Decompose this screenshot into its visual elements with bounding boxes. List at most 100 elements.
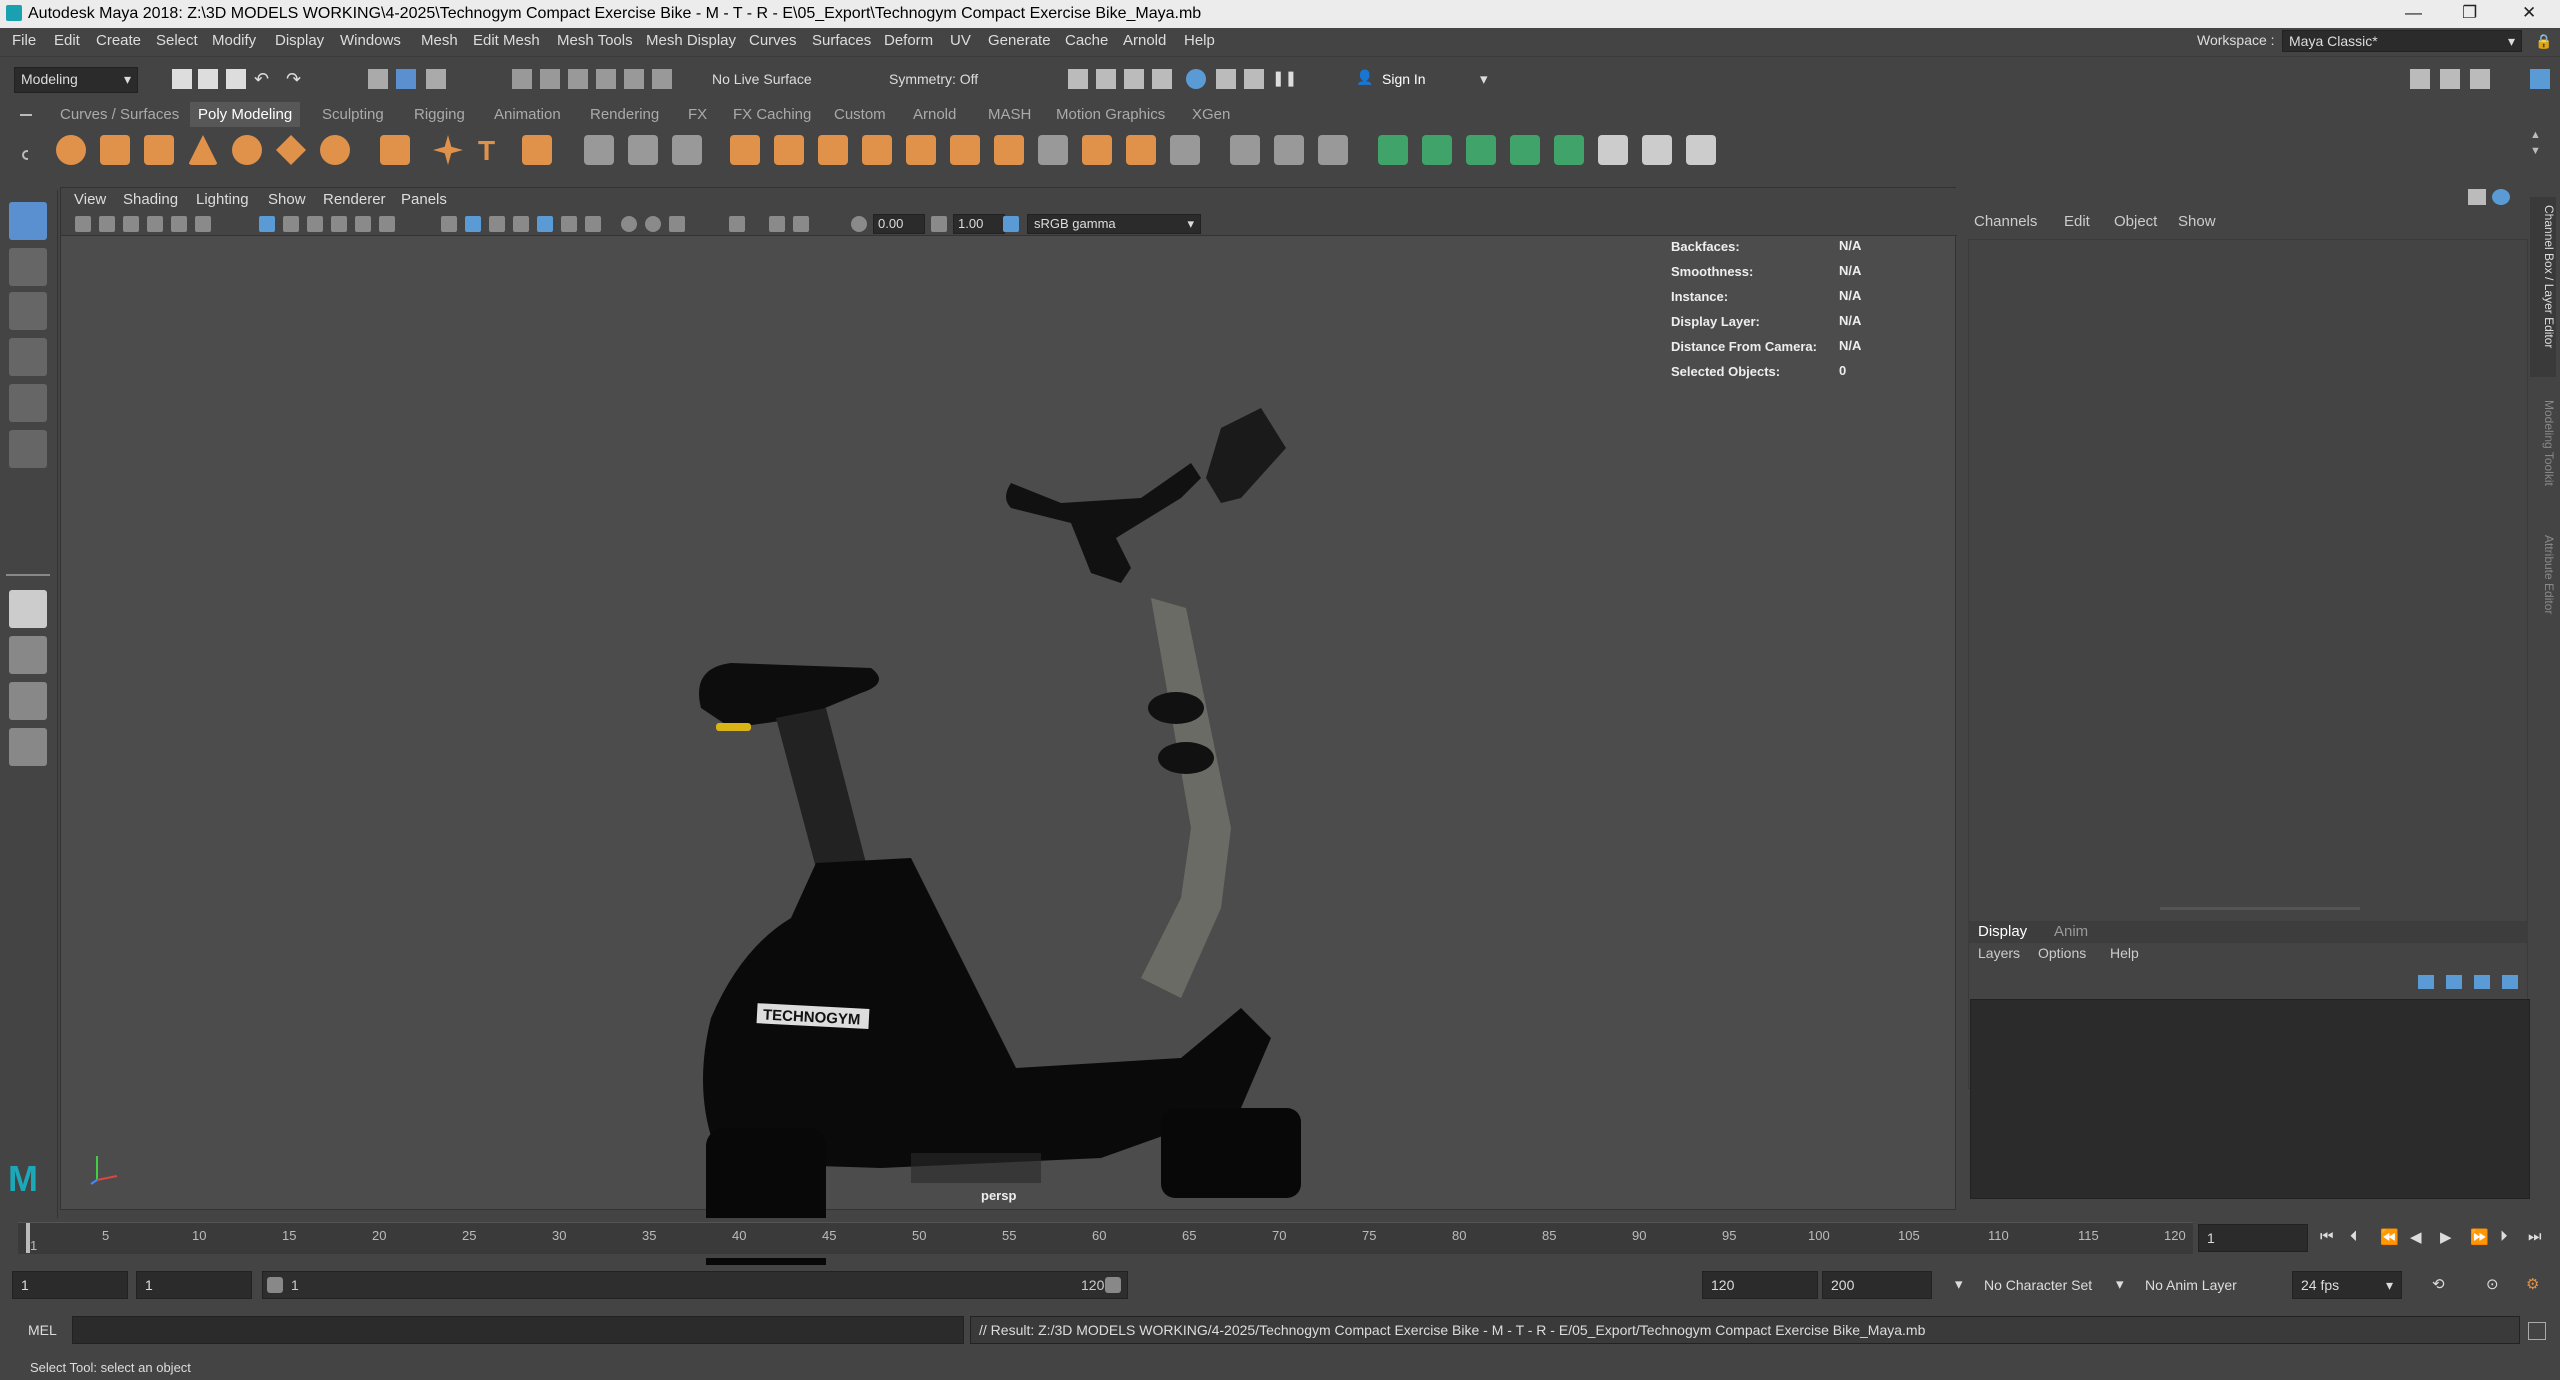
script-language-toggle[interactable]: MEL: [28, 1322, 57, 1338]
symmetry-label[interactable]: Symmetry: Off: [889, 71, 978, 87]
uv-editor-icon[interactable]: [1554, 135, 1584, 165]
camera-attributes-icon[interactable]: [99, 216, 115, 232]
menu-mesh[interactable]: Mesh: [421, 32, 458, 49]
tab-mash[interactable]: MASH: [988, 106, 1031, 123]
default-material-icon[interactable]: [489, 216, 505, 232]
paint-select-tool-icon[interactable]: [9, 292, 47, 330]
snap-curve-icon[interactable]: [540, 69, 560, 89]
sign-in-button[interactable]: Sign In: [1382, 71, 1426, 87]
snap-projected-center-icon[interactable]: [596, 69, 616, 89]
tab-fx[interactable]: FX: [688, 106, 707, 123]
wireframe-icon[interactable]: [441, 216, 457, 232]
menu-mesh-tools[interactable]: Mesh Tools: [557, 32, 633, 49]
rotate-tool-icon[interactable]: [9, 384, 47, 422]
safe-action-icon[interactable]: [379, 216, 395, 232]
animation-preferences-icon[interactable]: ⚙: [2526, 1275, 2539, 1293]
menu-generate[interactable]: Generate: [988, 32, 1051, 49]
insert-edge-loop-icon[interactable]: [1274, 135, 1304, 165]
ambient-occlusion-icon[interactable]: [621, 216, 637, 232]
go-to-end-icon[interactable]: ⏭: [2528, 1228, 2542, 1245]
shadows-icon[interactable]: [585, 216, 601, 232]
ipr-render-icon[interactable]: [1124, 69, 1144, 89]
remesh-icon[interactable]: [950, 135, 980, 165]
menu-mesh-display[interactable]: Mesh Display: [646, 32, 736, 49]
snap-view-plane-icon[interactable]: [624, 69, 644, 89]
platonic-solid-icon[interactable]: [380, 135, 410, 165]
extract-icon[interactable]: [730, 135, 760, 165]
menu-display[interactable]: Display: [275, 32, 324, 49]
play-backwards-icon[interactable]: ◀: [2410, 1228, 2422, 1246]
side-tab-modeling-toolkit[interactable]: Modeling Toolkit: [2530, 392, 2556, 512]
menu-cache[interactable]: Cache: [1065, 32, 1108, 49]
menu-surfaces[interactable]: Surfaces: [812, 32, 871, 49]
gamma-icon[interactable]: [931, 216, 947, 232]
step-back-key-icon[interactable]: ⏪: [2380, 1228, 2399, 1246]
loop-icon[interactable]: ⟲: [2432, 1275, 2445, 1293]
viewport-menu-show[interactable]: Show: [268, 191, 306, 208]
persp-outliner-icon[interactable]: [9, 682, 47, 720]
xray-active-components-icon[interactable]: [793, 216, 809, 232]
range-handle-end[interactable]: [1105, 1277, 1121, 1293]
minimize-icon[interactable]: —: [2405, 3, 2422, 23]
bevel-icon[interactable]: [1082, 135, 1112, 165]
command-input[interactable]: [72, 1316, 964, 1344]
menu-set-dropdown[interactable]: Modeling ▾: [14, 67, 138, 93]
render-frame-icon[interactable]: [1068, 69, 1088, 89]
grid-icon[interactable]: [259, 216, 275, 232]
xray-icon[interactable]: [537, 216, 553, 232]
retopologize-icon[interactable]: [994, 135, 1024, 165]
close-icon[interactable]: ✕: [2522, 3, 2536, 23]
layer-menu-layers[interactable]: Layers: [1978, 945, 2020, 961]
range-handle-start[interactable]: [267, 1277, 283, 1293]
extrude-icon[interactable]: [1038, 135, 1068, 165]
workspace-dropdown[interactable]: Maya Classic* ▾: [2282, 30, 2522, 52]
menu-uv[interactable]: UV: [950, 32, 971, 49]
redo-icon[interactable]: ↷: [286, 69, 306, 89]
channel-box-icon[interactable]: [2530, 69, 2550, 89]
step-forward-frame-icon[interactable]: ⏵: [2500, 1228, 2508, 1245]
snap-point-icon[interactable]: [568, 69, 588, 89]
viewport-menu-lighting[interactable]: Lighting: [196, 191, 249, 208]
svg-tool-icon[interactable]: [522, 135, 552, 165]
menu-modify[interactable]: Modify: [212, 32, 256, 49]
menu-help[interactable]: Help: [1184, 32, 1215, 49]
render-settings-icon[interactable]: [1152, 69, 1172, 89]
use-all-lights-icon[interactable]: [561, 216, 577, 232]
menu-edit-mesh[interactable]: Edit Mesh: [473, 32, 540, 49]
mirror-icon[interactable]: [584, 135, 614, 165]
sew-uv-icon[interactable]: [1686, 135, 1716, 165]
2d-pan-zoom-icon[interactable]: [171, 216, 187, 232]
poly-sphere-icon[interactable]: [56, 135, 86, 165]
scale-tool-icon[interactable]: [9, 430, 47, 468]
step-back-frame-icon[interactable]: ⏴: [2350, 1228, 2358, 1245]
tool-settings-icon[interactable]: [2470, 69, 2490, 89]
multi-cut-icon[interactable]: [1230, 135, 1260, 165]
select-camera-icon[interactable]: [75, 216, 91, 232]
script-editor-icon[interactable]: [2528, 1322, 2546, 1340]
view-transform-dropdown[interactable]: sRGB gamma ▾: [1027, 214, 1201, 234]
side-tab-channel-box[interactable]: Channel Box / Layer Editor: [2530, 197, 2556, 377]
single-perspective-view-icon[interactable]: [9, 590, 47, 628]
channel-box-menu-show[interactable]: Show: [2178, 213, 2216, 230]
arnold-render-icon[interactable]: [1244, 69, 1264, 89]
menu-deform[interactable]: Deform: [884, 32, 933, 49]
menu-create[interactable]: Create: [96, 32, 141, 49]
target-weld-icon[interactable]: [1318, 135, 1348, 165]
color-management-icon[interactable]: [1003, 216, 1019, 232]
append-to-polygon-icon[interactable]: [1170, 135, 1200, 165]
tab-poly-modeling[interactable]: Poly Modeling: [190, 102, 301, 127]
undo-icon[interactable]: ↶: [254, 69, 274, 89]
shelf-scroll-down-icon[interactable]: ▼: [2530, 145, 2541, 157]
layer-menu-options[interactable]: Options: [2038, 945, 2086, 961]
exposure-field[interactable]: 0.00: [873, 214, 925, 234]
smooth-shade-icon[interactable]: [465, 216, 481, 232]
chevron-down-icon[interactable]: ▾: [1955, 1275, 1963, 1293]
tab-rendering[interactable]: Rendering: [590, 106, 659, 123]
new-layer-icon[interactable]: [2474, 975, 2490, 989]
motion-blur-icon[interactable]: [645, 216, 661, 232]
anti-aliasing-icon[interactable]: [669, 216, 685, 232]
tab-display[interactable]: Display: [1978, 923, 2027, 940]
smooth-icon[interactable]: [862, 135, 892, 165]
poly-torus-icon[interactable]: [232, 135, 262, 165]
pause-icon[interactable]: ❚❚: [1272, 69, 1297, 89]
